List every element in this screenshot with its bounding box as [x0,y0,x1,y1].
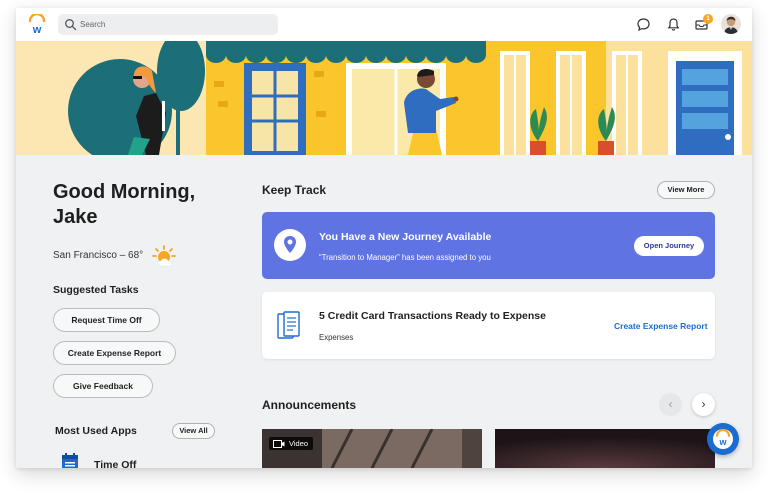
view-more-button[interactable]: View More [657,181,715,199]
weather-text: San Francisco – 68° [53,250,144,261]
time-off-app-icon[interactable] [60,452,80,468]
search-input[interactable] [80,14,270,35]
svg-text:w: w [718,437,727,447]
time-off-app-label[interactable]: Time Off [94,459,136,468]
expense-card-title: 5 Credit Card Transactions Ready to Expe… [319,310,546,322]
view-all-button[interactable]: View All [172,423,215,439]
search-icon [65,19,77,31]
request-time-off-button[interactable]: Request Time Off [53,308,160,332]
keep-track-title: Keep Track [262,183,327,197]
most-used-apps-title: Most Used Apps [55,425,137,437]
expense-card-subtitle: Expenses [319,333,354,342]
receipt-icon [277,311,300,339]
journey-card[interactable]: You Have a New Journey Available “Transi… [262,212,715,279]
greeting-heading: Good Morning, Jake [53,180,243,230]
video-tag-label: Video [289,439,309,448]
notification-badge: 1 [703,14,713,24]
bell-icon[interactable] [665,16,682,33]
journey-card-subtitle: “Transition to Manager” has been assigne… [319,253,491,262]
workday-assistant-icon: w [713,429,733,449]
assistant-fab-button[interactable]: w [707,423,739,455]
video-tag: Video [269,437,314,450]
suggested-tasks-title: Suggested Tasks [53,284,139,296]
app-window: w 1 [16,8,752,468]
announcement-card-video[interactable]: Video [262,429,482,468]
user-first-name: Jake [53,206,98,228]
give-feedback-button[interactable]: Give Feedback [53,374,153,398]
open-journey-button[interactable]: Open Journey [634,236,704,256]
announcement-card-2[interactable] [495,429,715,468]
greeting-line: Good Morning, [53,181,196,203]
user-avatar[interactable] [721,14,741,34]
announcement-thumbnail-2 [495,429,715,468]
chat-icon[interactable] [635,16,652,33]
location-pin-icon [284,236,296,253]
journey-card-title: You Have a New Journey Available [319,231,492,243]
svg-text:w: w [32,24,42,35]
hero-banner-illustration [16,41,752,155]
announcements-prev-button[interactable]: ‹ [659,393,682,416]
workday-logo-icon[interactable]: w [28,14,46,35]
create-expense-report-button[interactable]: Create Expense Report [53,341,176,365]
journey-icon-circle [274,229,306,261]
expense-card[interactable]: 5 Credit Card Transactions Ready to Expe… [262,292,715,359]
video-camera-icon [273,439,285,448]
search-bar[interactable] [58,14,278,35]
announcements-title: Announcements [262,398,357,412]
announcements-next-button[interactable]: › [692,393,715,416]
sun-cloud-icon [152,245,176,267]
create-expense-report-link[interactable]: Create Expense Report [614,321,708,331]
top-bar: w 1 [16,8,752,41]
